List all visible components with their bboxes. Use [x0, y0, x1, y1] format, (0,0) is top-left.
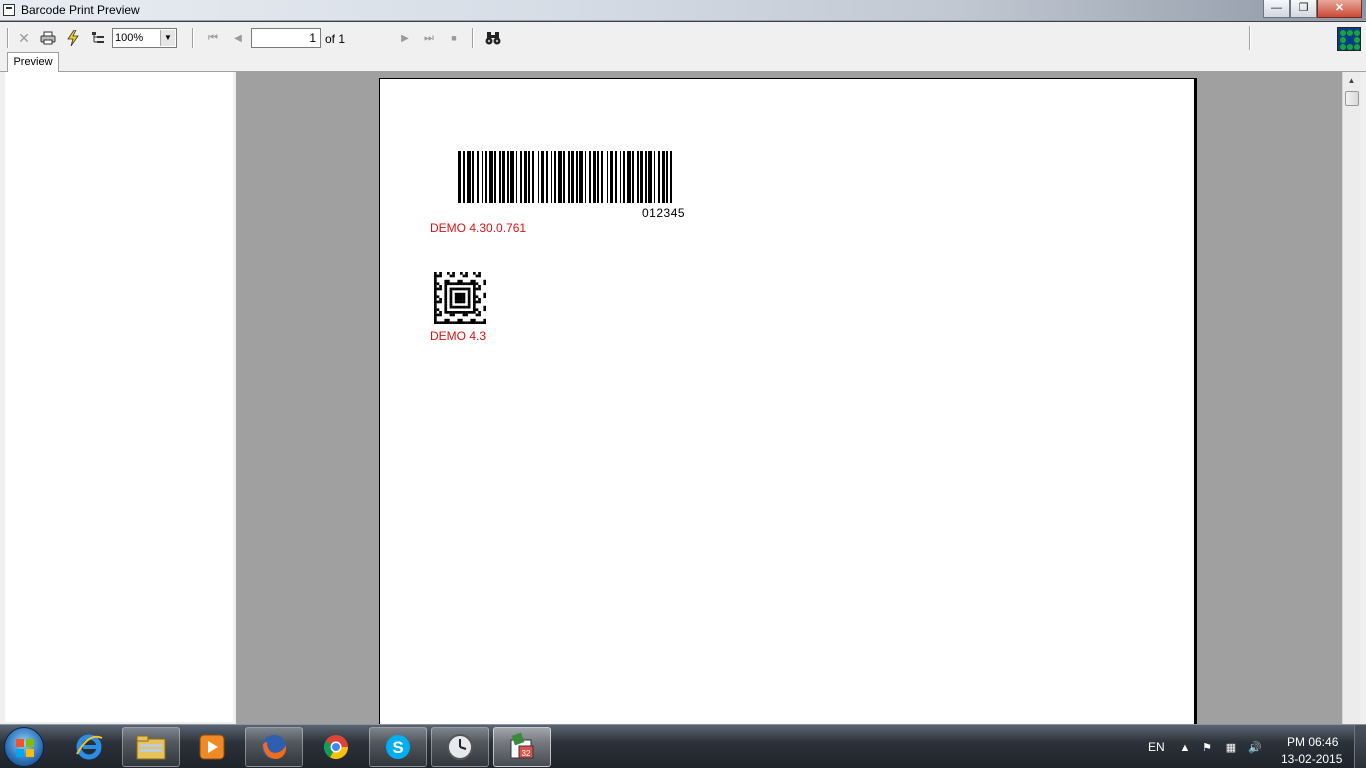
file-explorer-icon	[136, 735, 166, 760]
close-preview-button[interactable]: ✕	[14, 28, 34, 48]
network-icon[interactable]: ▦	[1224, 741, 1238, 755]
language-indicator[interactable]: EN	[1148, 740, 1165, 754]
window-border	[1360, 72, 1366, 724]
chrome-icon	[323, 735, 348, 760]
restore-icon: ❐	[1298, 2, 1309, 14]
crystal-logo-icon	[1337, 27, 1361, 51]
firefox-icon	[262, 735, 287, 759]
prev-page-icon: ◀	[234, 32, 242, 44]
stop-button[interactable]: ■	[444, 28, 464, 48]
tree-icon	[92, 32, 104, 43]
show-hidden-icons-icon[interactable]: ▲	[1178, 741, 1192, 755]
clock-icon	[447, 734, 473, 760]
taskbar-skype[interactable]: S	[369, 727, 427, 767]
taskbar-file-explorer[interactable]	[122, 727, 180, 767]
windows-logo-icon	[16, 739, 34, 757]
linear-barcode	[458, 151, 672, 203]
close-icon: ✕	[18, 29, 30, 46]
group-tree-button[interactable]	[88, 28, 108, 48]
first-page-button[interactable]: ⏮	[203, 28, 223, 48]
toolbar-separator	[1249, 26, 1251, 50]
tab-strip: Preview	[0, 52, 1366, 72]
print-icon	[40, 31, 56, 45]
last-page-button[interactable]: ⏭	[419, 28, 439, 48]
toolbar-separator	[7, 28, 9, 48]
svg-text:S: S	[392, 738, 403, 757]
window-title: Barcode Print Preview	[21, 3, 140, 17]
internet-explorer-icon	[76, 734, 103, 760]
binoculars-icon	[485, 32, 501, 45]
next-page-button[interactable]: ▶	[395, 28, 415, 48]
matrix-demo-caption: DEMO 4.3	[430, 329, 487, 343]
barcode-demo-caption: DEMO 4.30.0.761	[430, 221, 527, 235]
group-tree-pane	[0, 72, 236, 724]
first-page-icon: ⏮	[208, 31, 218, 44]
taskbar-chrome[interactable]	[307, 727, 365, 767]
clock-date[interactable]: 13-02-2015	[1281, 752, 1342, 766]
minimize-icon: —	[1271, 2, 1282, 14]
page-number-input[interactable]: 1	[251, 28, 321, 48]
zoom-value: 100%	[115, 32, 144, 44]
application-window: Barcode Print Preview — ❐ ✕ ✕ 100% ▼ ⏮ ◀…	[0, 0, 1366, 768]
search-button[interactable]	[483, 28, 503, 48]
media-player-icon	[199, 734, 225, 760]
taskbar-internet-explorer[interactable]	[60, 727, 118, 767]
lightning-icon	[67, 30, 79, 46]
report-page: 012345 DEMO 4.30.0.761 DEMO 4.3	[379, 78, 1197, 728]
barcode-app-icon: 32	[510, 732, 534, 759]
app-window-icon	[3, 4, 15, 16]
taskbar-clock[interactable]	[431, 727, 489, 767]
barcode-human-readable: 012345	[642, 206, 686, 220]
taskbar-media-player[interactable]	[183, 727, 241, 767]
next-page-icon: ▶	[401, 32, 409, 44]
data-matrix-barcode	[434, 272, 486, 324]
last-page-icon: ⏭	[424, 31, 434, 44]
volume-icon[interactable]: 🔊	[1248, 741, 1262, 755]
svg-text:32: 32	[522, 749, 531, 758]
action-center-icon[interactable]: ⚑	[1200, 741, 1214, 755]
system-tray: EN ▲ ⚑ ▦ 🔊 PM 06:46 13-02-2015	[1140, 725, 1366, 768]
print-button[interactable]	[38, 28, 58, 48]
show-desktop-button[interactable]	[1354, 725, 1366, 768]
tab-preview[interactable]: Preview	[7, 52, 59, 72]
taskbar: S 32 EN ▲ ⚑ ▦ 🔊 PM 06:46 13-02-2015	[0, 724, 1366, 768]
restore-button[interactable]: ❐	[1290, 0, 1317, 18]
report-viewer: 012345 DEMO 4.30.0.761 DEMO 4.3	[236, 72, 1342, 728]
skype-icon: S	[386, 735, 410, 759]
stop-icon: ■	[451, 33, 457, 43]
toolbar-separator	[192, 28, 194, 48]
taskbar-barcode-app[interactable]: 32	[493, 727, 551, 767]
clock-time[interactable]: PM 06:46	[1287, 735, 1338, 749]
vertical-scrollbar[interactable]: ▲	[1342, 72, 1360, 724]
chevron-down-icon[interactable]: ▼	[160, 30, 175, 46]
zoom-select[interactable]: 100% ▼	[112, 28, 177, 48]
export-button[interactable]	[63, 28, 83, 48]
close-icon: ✕	[1334, 2, 1345, 14]
scroll-thumb[interactable]	[1345, 91, 1359, 106]
preview-toolbar: ✕ 100% ▼ ⏮ ◀ 1 of 1 ▶ ⏭ ■	[0, 22, 1366, 52]
taskbar-firefox[interactable]	[245, 727, 303, 767]
title-bar: Barcode Print Preview — ❐ ✕	[0, 0, 1366, 21]
close-window-button[interactable]: ✕	[1317, 0, 1362, 18]
group-tree[interactable]	[5, 72, 233, 722]
scroll-up-icon[interactable]: ▲	[1343, 72, 1360, 89]
window-controls: — ❐ ✕	[1263, 0, 1362, 18]
previous-page-button[interactable]: ◀	[228, 28, 248, 48]
minimize-button[interactable]: —	[1263, 0, 1290, 18]
page-count-label: of 1	[325, 32, 346, 46]
start-button[interactable]	[4, 727, 44, 767]
toolbar-separator	[472, 28, 474, 48]
